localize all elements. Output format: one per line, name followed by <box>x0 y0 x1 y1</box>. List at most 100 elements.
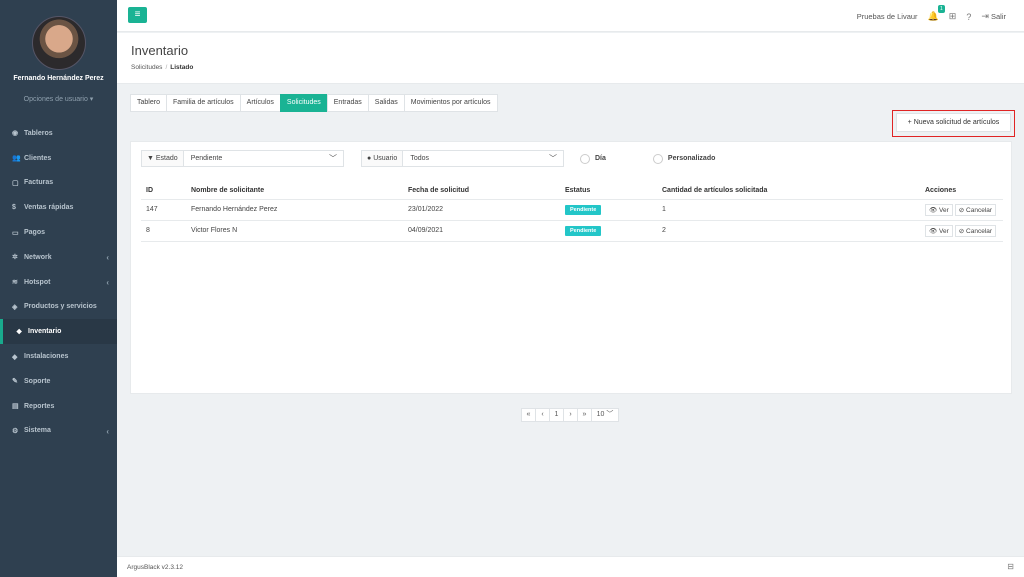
radio-circle <box>580 153 590 164</box>
cell-date: 04/09/2021 <box>403 220 560 242</box>
money-icon: ▭ <box>12 229 19 237</box>
filters-bar: ▼ Estado Pendiente ﹀ ● Usuario Todos ﹀ Día… <box>141 150 715 167</box>
sidebar-item-clientes[interactable]: 👥 Clientes <box>0 146 117 171</box>
cancel-button[interactable]: ⊘ Cancelar <box>954 224 997 237</box>
sidebar-item-hotspot[interactable]: ≋ Hotspot ‹ <box>0 270 117 295</box>
sidebar-item-label: Pagos <box>24 229 46 237</box>
account-name[interactable]: Pruebas de Livaur <box>857 12 918 21</box>
column-header[interactable]: ID <box>141 182 186 200</box>
column-header[interactable]: Cantidad de artículos solicitada <box>657 182 920 200</box>
breadcrumb-root[interactable]: Solicitudes <box>131 64 162 71</box>
column-header[interactable]: Fecha de solicitud <box>403 182 560 200</box>
page-number-button[interactable]: 1 <box>549 408 563 422</box>
top-right-menu: Pruebas de Livaur 🔔 1 ⊞ ? ⇥ Salir <box>857 5 1006 22</box>
cell-date: 23/01/2022 <box>403 199 560 221</box>
wifi-icon: ≋ <box>12 279 18 287</box>
sidebar-item-instalaciones[interactable]: ◆ Instalaciones <box>0 344 117 369</box>
table-row: 8 Victor Flores N 04/09/2021 Pendiente 2… <box>141 220 1003 242</box>
sidebar-item-inventario[interactable]: ❖ Inventario <box>0 319 117 345</box>
view-button[interactable]: 👁 Ver <box>925 203 953 216</box>
tab-entradas[interactable]: Entradas <box>326 94 368 112</box>
cell-status: Pendiente <box>560 220 657 242</box>
sidebar-item-tableros[interactable]: ◉ Tableros <box>0 121 117 146</box>
tab-tablero[interactable]: Tablero <box>130 94 166 112</box>
view-button[interactable]: 👁 Ver <box>925 224 953 237</box>
sidebar: Fernando Hernández Perez Opciones de usu… <box>0 0 117 577</box>
tab-movimientos[interactable]: Movimientos por artículos <box>403 94 498 112</box>
sidebar-item-productos[interactable]: ◈ Productos y servicios <box>0 295 117 320</box>
usuario-select[interactable]: Todos ﹀ <box>403 151 563 166</box>
cell-qty: 1 <box>657 199 920 221</box>
radio-dia[interactable]: Día <box>580 153 606 164</box>
sidebar-item-label: Network <box>24 253 52 261</box>
next-page-button[interactable]: › <box>563 408 577 422</box>
cell-qty: 2 <box>657 220 920 242</box>
sidebar-item-network[interactable]: ✲ Network ‹ <box>0 245 117 270</box>
cogs-icon: ⚙ <box>12 427 19 435</box>
sidebar-item-label: Productos y servicios <box>24 303 97 311</box>
status-badge: Pendiente <box>565 225 602 236</box>
wrench-icon: ✎ <box>12 378 18 386</box>
breadcrumb-separator: / <box>165 64 168 71</box>
table-header-row: ID Nombre de solicitante Fecha de solici… <box>141 182 1003 200</box>
footer: ArgusBlack v2.3.12 ⊟ <box>117 556 1024 577</box>
new-request-button[interactable]: + Nueva solicitud de artículos <box>896 113 1011 132</box>
radio-circle <box>652 153 663 164</box>
cell-actions: 👁 Ver ⊘ Cancelar <box>920 220 1003 242</box>
logout-link[interactable]: ⇥ Salir <box>981 11 1006 22</box>
cell-id: 147 <box>141 199 186 221</box>
sidebar-item-label: Ventas rápidas <box>24 204 74 212</box>
sidebar-item-soporte[interactable]: ✎ Soporte <box>0 369 117 394</box>
sidebar-item-facturas[interactable]: ▢ Facturas <box>0 171 117 196</box>
cell-name: Fernando Hernández Perez <box>186 199 403 221</box>
cell-id: 8 <box>141 220 186 242</box>
calculator-icon[interactable]: ⊟ <box>1007 562 1014 571</box>
tab-solicitudes[interactable]: Solicitudes <box>279 94 327 112</box>
breadcrumb: Solicitudes / Listado <box>131 64 193 71</box>
avatar[interactable] <box>32 16 86 70</box>
sidebar-item-ventas-rapidas[interactable]: $ Ventas rápidas <box>0 195 117 220</box>
column-header: Acciones <box>920 182 1003 200</box>
last-page-button[interactable]: » <box>577 408 591 422</box>
radio-personalizado-label: Personalizado <box>667 155 716 162</box>
network-icon[interactable]: ⊞ <box>949 11 957 22</box>
bell-icon[interactable]: 🔔 1 <box>927 5 945 22</box>
tab-salidas[interactable]: Salidas <box>367 94 404 112</box>
breadcrumb-current: Listado <box>170 64 194 71</box>
file-icon: ▢ <box>12 179 19 187</box>
notification-badge: 1 <box>938 5 945 13</box>
cell-actions: 👁 Ver ⊘ Cancelar <box>920 199 1003 221</box>
page-size-select[interactable]: 10 ﹀ <box>591 408 619 422</box>
cancel-button[interactable]: ⊘ Cancelar <box>954 203 997 216</box>
user-options-dropdown[interactable]: Opciones de usuario ▾ <box>4 95 113 103</box>
help-icon[interactable]: ? <box>966 12 971 22</box>
usuario-value: Todos <box>410 155 429 162</box>
cubes-icon: ❖ <box>16 328 23 336</box>
estado-label: ▼ Estado <box>142 151 184 166</box>
chevron-left-icon: ‹ <box>106 277 109 287</box>
sidebar-item-reportes[interactable]: ▤ Reportes <box>0 394 117 419</box>
page-title: Inventario <box>131 43 189 58</box>
book-icon: ▤ <box>12 403 19 411</box>
sidebar-item-sistema[interactable]: ⚙ Sistema ‹ <box>0 419 117 444</box>
tab-familia-articulos[interactable]: Familia de artículos <box>165 94 240 112</box>
chevron-down-icon: ﹀ <box>549 154 557 163</box>
prev-page-button[interactable]: ‹ <box>535 408 549 422</box>
column-header[interactable]: Nombre de solicitante <box>186 182 403 200</box>
sidebar-item-label: Facturas <box>24 179 54 187</box>
logout-icon: ⇥ <box>981 11 989 21</box>
first-page-button[interactable]: « <box>521 408 535 422</box>
sidebar-item-label: Clientes <box>24 154 52 162</box>
column-header[interactable]: Estatus <box>560 182 657 200</box>
tools-icon: ◆ <box>12 353 18 361</box>
user-name: Fernando Hernández Perez <box>13 75 104 82</box>
estado-select[interactable]: Pendiente ﹀ <box>184 151 343 166</box>
tab-articulos[interactable]: Artículos <box>239 94 280 112</box>
estado-label-text: Estado <box>155 155 178 162</box>
menu-toggle-button[interactable]: ≡ <box>128 7 147 23</box>
radio-personalizado[interactable]: Personalizado <box>652 153 716 164</box>
sidebar-item-pagos[interactable]: ▭ Pagos <box>0 220 117 245</box>
usuario-label-text: Usuario <box>373 155 398 162</box>
bell-glyph: 🔔 <box>927 11 939 21</box>
version-label: ArgusBlack v2.3.12 <box>127 564 184 571</box>
